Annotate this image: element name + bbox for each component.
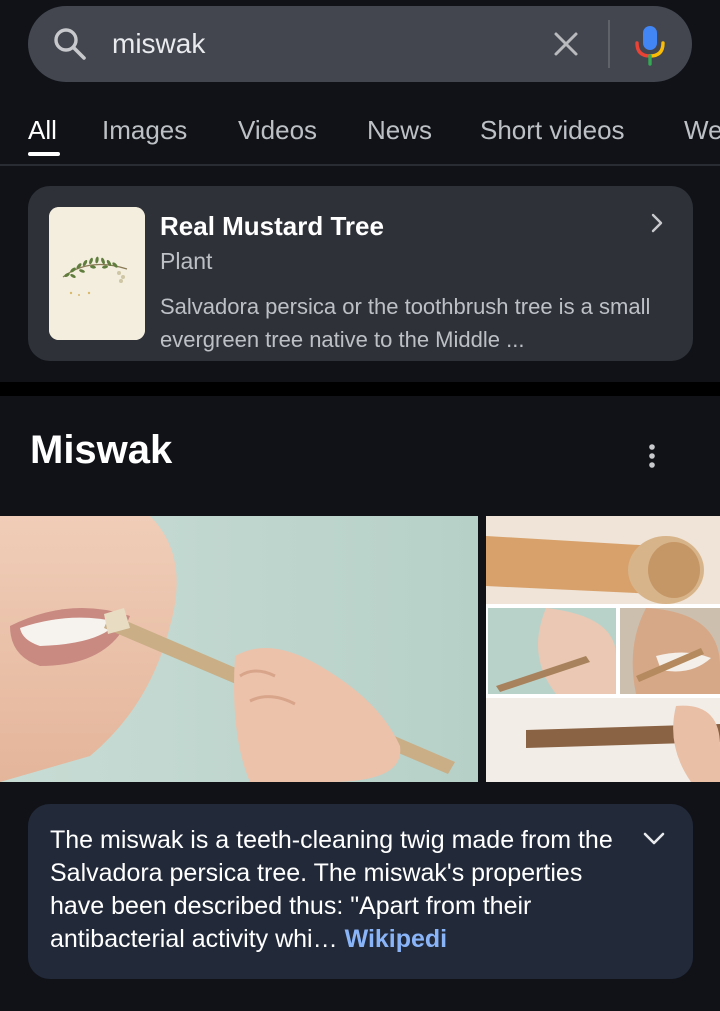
search-divider	[608, 20, 610, 68]
miswak-image-main[interactable]	[0, 516, 478, 782]
wikipedia-link[interactable]: Wikipedi	[345, 925, 448, 953]
tab-short-videos[interactable]: Short videos	[480, 114, 625, 146]
knowledge-card[interactable]: Real Mustard Tree Plant Salvadora persic…	[28, 186, 693, 361]
tab-all[interactable]: All	[28, 114, 57, 146]
tab-images[interactable]: Images	[102, 114, 187, 146]
description-text: The miswak is a teeth-cleaning twig made…	[50, 824, 640, 956]
description-card: The miswak is a teeth-cleaning twig made…	[28, 804, 693, 979]
plant-thumbnail	[49, 207, 145, 340]
chevron-right-icon[interactable]	[648, 212, 666, 234]
tab-videos[interactable]: Videos	[238, 114, 317, 146]
knowledge-card-description: Salvadora persica or the toothbrush tree…	[160, 294, 651, 352]
mic-icon[interactable]	[632, 24, 668, 66]
miswak-image-collage[interactable]	[486, 516, 720, 782]
chevron-down-icon[interactable]	[642, 830, 666, 848]
search-icon	[54, 28, 86, 60]
active-tab-indicator	[28, 152, 60, 156]
search-bar[interactable]: miswak	[28, 6, 692, 82]
search-tabs: All Images Videos News Short videos We	[0, 106, 720, 164]
search-input[interactable]: miswak	[112, 26, 205, 62]
section-separator	[0, 382, 720, 396]
section-title: Miswak	[30, 428, 173, 472]
knowledge-card-title: Real Mustard Tree	[160, 211, 384, 241]
tabs-divider	[0, 164, 720, 166]
description-body: The miswak is a teeth-cleaning twig made…	[50, 826, 613, 953]
close-icon[interactable]	[550, 28, 582, 60]
tab-news[interactable]: News	[367, 114, 432, 146]
knowledge-card-subtitle: Plant	[160, 248, 213, 274]
more-vert-icon[interactable]	[640, 440, 664, 472]
tab-web[interactable]: We	[684, 114, 720, 146]
